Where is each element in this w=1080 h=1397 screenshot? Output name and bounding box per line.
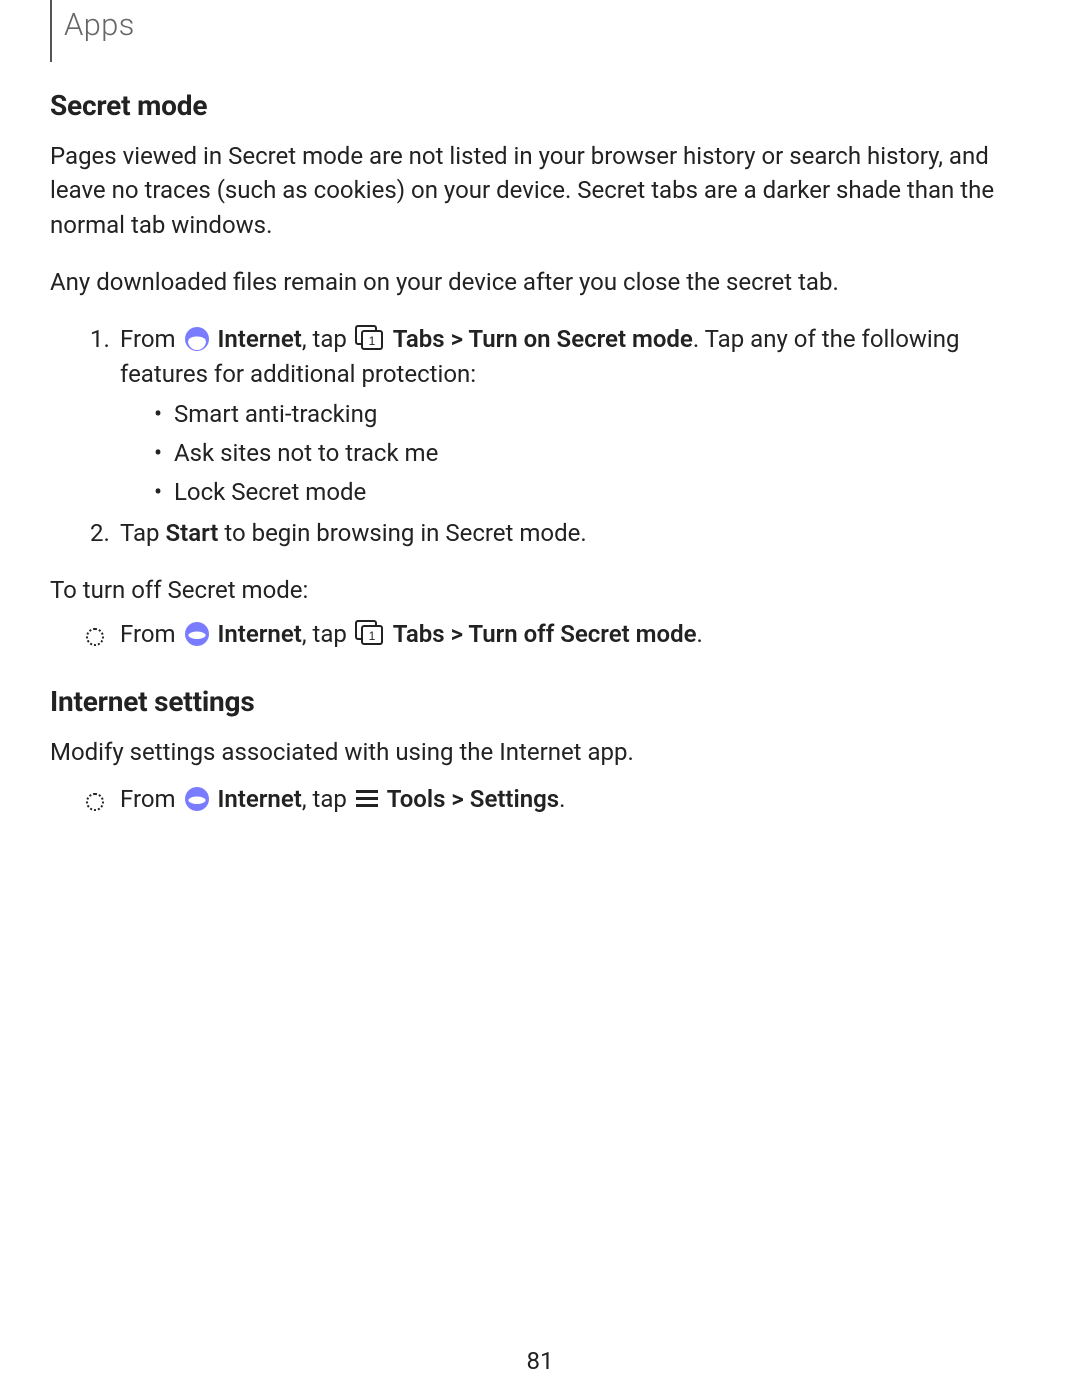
app-name-internet: Internet bbox=[218, 620, 302, 648]
turn-off-step: From Internet, tap 1 Tabs > Turn off S bbox=[90, 617, 1030, 652]
turn-off-intro: To turn off Secret mode: bbox=[50, 573, 1030, 608]
app-name-internet: Internet bbox=[218, 325, 302, 353]
step-text-tail: . bbox=[697, 620, 703, 648]
svg-text:1: 1 bbox=[368, 334, 375, 348]
dotted-circle-icon bbox=[86, 793, 104, 811]
secret-mode-heading: Secret mode bbox=[50, 86, 1030, 127]
secret-mode-step-2: 2. Tap Start to begin browsing in Secret… bbox=[90, 516, 1030, 551]
internet-settings-step: From Internet, tap Tools > Settings. bbox=[90, 782, 1030, 817]
internet-settings-steps: From Internet, tap Tools > Settings. bbox=[50, 782, 1030, 817]
internet-icon bbox=[184, 326, 210, 352]
list-item: Lock Secret mode bbox=[154, 475, 1030, 510]
step-text-pre: From bbox=[120, 620, 182, 648]
secret-mode-step-1: 1. From Internet, tap 1 bbox=[90, 322, 1030, 510]
step-text-pre: Tap bbox=[120, 519, 165, 547]
step-text-tail: to begin browsing in Secret mode. bbox=[218, 519, 586, 547]
secret-mode-para2: Any downloaded files remain on your devi… bbox=[50, 265, 1030, 300]
tools-icon bbox=[355, 789, 379, 809]
tabs-path-on: Tabs > Turn on Secret mode bbox=[393, 325, 693, 353]
list-item: Smart anti-tracking bbox=[154, 397, 1030, 432]
internet-icon bbox=[184, 786, 210, 812]
list-item: Ask sites not to track me bbox=[154, 436, 1030, 471]
step-text-tail: . bbox=[559, 785, 565, 813]
internet-settings-para: Modify settings associated with using th… bbox=[50, 735, 1030, 770]
step-number: 1. bbox=[90, 322, 110, 357]
start-label: Start bbox=[165, 519, 218, 547]
step-text-pre: From bbox=[120, 785, 182, 813]
internet-settings-heading: Internet settings bbox=[50, 682, 1030, 723]
step-text-after-app: , tap bbox=[302, 620, 353, 648]
page-number: 81 bbox=[0, 1347, 1080, 1375]
step-text-after-app: , tap bbox=[302, 785, 353, 813]
dotted-bullet bbox=[86, 621, 104, 656]
tabs-icon: 1 bbox=[355, 325, 385, 351]
step-number: 2. bbox=[90, 516, 110, 551]
dotted-circle-icon bbox=[86, 628, 104, 646]
internet-icon bbox=[184, 621, 210, 647]
secret-mode-sub-bullets: Smart anti-tracking Ask sites not to tra… bbox=[120, 397, 1030, 509]
breadcrumb: Apps bbox=[64, 6, 135, 43]
step-text-pre: From bbox=[120, 325, 182, 353]
tools-path: Tools > Settings bbox=[387, 785, 559, 813]
app-name-internet: Internet bbox=[218, 785, 302, 813]
tabs-icon: 1 bbox=[355, 620, 385, 646]
secret-mode-para1: Pages viewed in Secret mode are not list… bbox=[50, 139, 1030, 243]
secret-mode-steps: 1. From Internet, tap 1 bbox=[50, 322, 1030, 551]
svg-text:1: 1 bbox=[368, 629, 375, 643]
header-divider bbox=[50, 0, 52, 62]
page-header: Apps bbox=[50, 0, 1030, 58]
step-text-after-app: , tap bbox=[302, 325, 353, 353]
tabs-path-off: Tabs > Turn off Secret mode bbox=[393, 620, 697, 648]
turn-off-steps: From Internet, tap 1 Tabs > Turn off S bbox=[50, 617, 1030, 652]
dotted-bullet bbox=[86, 786, 104, 821]
